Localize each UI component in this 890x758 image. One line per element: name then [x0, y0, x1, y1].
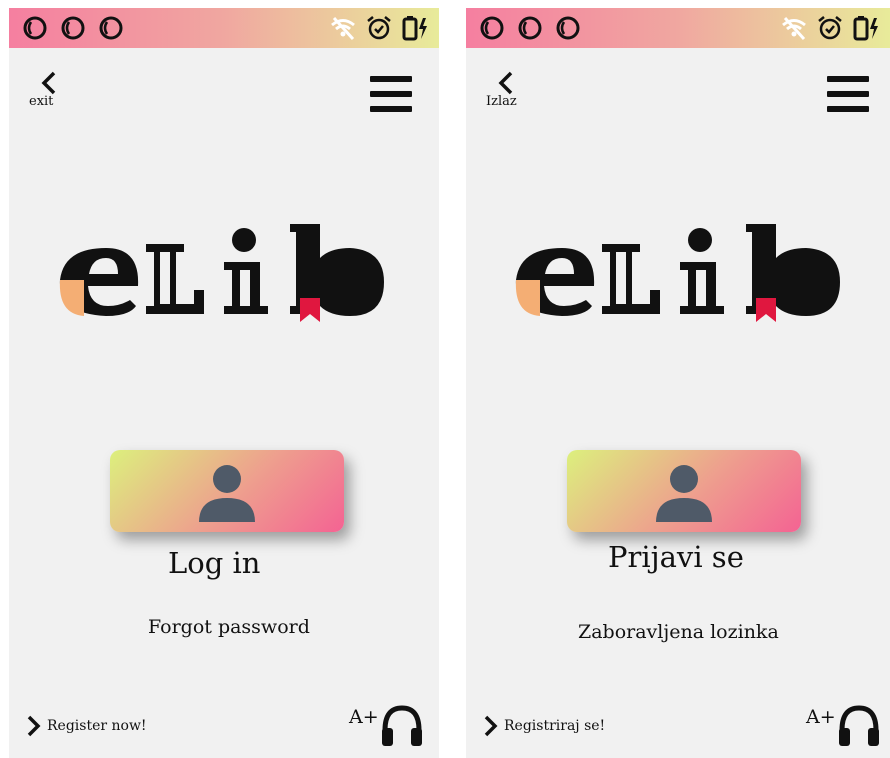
register-link[interactable]: Register now! — [25, 714, 147, 738]
exit-label: Izlaz — [486, 94, 517, 109]
signal-icon — [480, 16, 504, 40]
chevron-right-icon — [484, 715, 498, 737]
forgot-password-link[interactable]: Forgot password — [148, 616, 310, 638]
forgot-password-link[interactable]: Zaboravljena lozinka — [578, 621, 779, 643]
user-icon — [199, 465, 255, 522]
register-label: Registriraj se! — [504, 718, 606, 734]
login-label[interactable]: Log in — [168, 546, 260, 580]
phone-screen-english: exit Log in Forgot password Register now… — [9, 8, 439, 758]
font-size-button[interactable]: A+ — [806, 706, 836, 728]
font-size-button[interactable]: A+ — [349, 706, 379, 728]
login-button[interactable] — [110, 450, 344, 532]
signal-icon — [23, 16, 47, 40]
signal-icon — [61, 16, 85, 40]
alarm-icon — [367, 16, 391, 40]
headphones-icon[interactable] — [379, 702, 425, 748]
alarm-icon — [818, 16, 842, 40]
hamburger-menu-icon[interactable] — [370, 76, 412, 114]
signal-icon — [556, 16, 580, 40]
signal-icon — [518, 16, 542, 40]
battery-charging-icon — [402, 16, 427, 41]
exit-button[interactable]: Izlaz — [486, 70, 526, 120]
user-icon — [656, 465, 712, 522]
wifi-off-icon — [782, 16, 806, 41]
status-bar — [9, 8, 439, 48]
phone-screen-local: Izlaz Prijavi se Zaboravljena lozinka Re… — [466, 8, 890, 758]
exit-label: exit — [29, 94, 54, 109]
wifi-off-icon — [331, 16, 355, 41]
elib-logo — [515, 224, 840, 322]
chevron-right-icon — [27, 715, 41, 737]
headphones-icon[interactable] — [836, 702, 882, 748]
status-bar — [466, 8, 890, 48]
signal-icon — [99, 16, 123, 40]
chevron-left-icon — [41, 71, 56, 95]
hamburger-menu-icon[interactable] — [827, 76, 869, 114]
register-label: Register now! — [47, 718, 147, 734]
login-label[interactable]: Prijavi se — [608, 540, 744, 574]
exit-button[interactable]: exit — [29, 70, 69, 120]
chevron-left-icon — [498, 71, 513, 95]
battery-charging-icon — [853, 16, 878, 41]
elib-logo — [59, 224, 384, 322]
login-button[interactable] — [567, 450, 801, 532]
register-link[interactable]: Registriraj se! — [482, 714, 605, 738]
